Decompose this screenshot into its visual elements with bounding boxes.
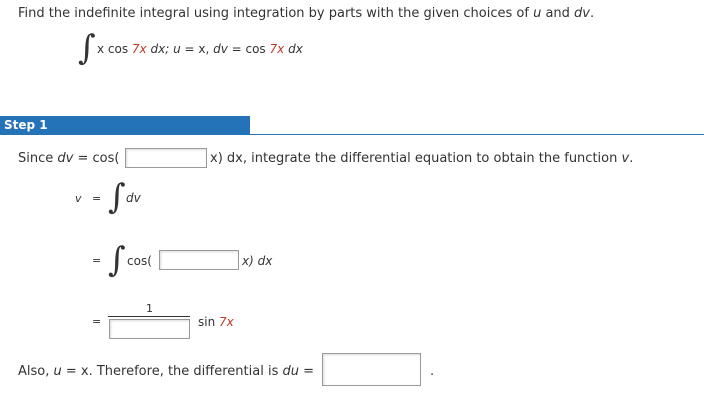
line3-suffix: x) dx bbox=[242, 254, 273, 268]
expr-dv: dv bbox=[213, 42, 228, 56]
step-divider bbox=[0, 134, 704, 135]
line1-eq: = cos( bbox=[73, 151, 120, 166]
line5-period: . bbox=[430, 364, 435, 379]
line2-dv: dv bbox=[126, 191, 141, 205]
expr-eq1: = x, bbox=[180, 42, 214, 56]
expr-eq2: = cos bbox=[227, 42, 270, 56]
line5-du: du bbox=[282, 364, 299, 379]
instruction-end: . bbox=[590, 6, 595, 21]
instruction-and: and bbox=[541, 6, 575, 21]
line1-prefix: Since dv = cos( bbox=[18, 151, 119, 166]
expr-dx: dx; bbox=[146, 42, 174, 56]
expr-u: u bbox=[173, 42, 181, 56]
problem-integral-sign: ∫ bbox=[78, 28, 96, 68]
expr-7x-2: 7x bbox=[269, 42, 285, 56]
cos-argument-input[interactable] bbox=[125, 148, 207, 168]
problem-instruction: Find the indefinite integral using integ… bbox=[18, 6, 594, 21]
instruction-text: Find the indefinite integral using integ… bbox=[18, 6, 534, 21]
line5-mid: = x. Therefore, the differential is bbox=[61, 364, 283, 379]
line5-also: Also, bbox=[18, 364, 54, 379]
line1-period: . bbox=[629, 151, 634, 166]
line1-dv: dv bbox=[57, 151, 74, 166]
line4-eq: = bbox=[92, 315, 102, 328]
sin-argument: 7x bbox=[219, 315, 234, 329]
expr-x: x cos bbox=[97, 42, 132, 56]
fraction-bar bbox=[108, 316, 190, 317]
line3-eq: = bbox=[92, 254, 102, 267]
line5-eq: = bbox=[298, 364, 315, 379]
line5-u: u bbox=[53, 364, 62, 379]
line3-cos: cos( bbox=[127, 254, 152, 268]
sin-text: sin bbox=[198, 315, 220, 329]
du-input[interactable] bbox=[322, 353, 421, 386]
instruction-dv: dv bbox=[574, 6, 590, 21]
line2-eq: = bbox=[92, 192, 102, 205]
fraction-numerator: 1 bbox=[146, 302, 153, 315]
fraction-denominator-input[interactable] bbox=[109, 319, 190, 339]
line5-text: Also, u = x. Therefore, the differential… bbox=[18, 364, 314, 379]
line4-sin: sin 7x bbox=[198, 315, 234, 329]
line1-since: Since bbox=[18, 151, 58, 166]
expr-dx2: dx bbox=[284, 42, 303, 56]
line2-v: v bbox=[75, 192, 82, 205]
problem-expression: x cos 7x dx; u = x, dv = cos 7x dx bbox=[97, 42, 303, 56]
line3-integral-sign: ∫ bbox=[108, 240, 126, 280]
expr-7x: 7x bbox=[131, 42, 147, 56]
integrand-cos-argument-input[interactable] bbox=[159, 250, 239, 270]
line1-suffix: x) dx, integrate the differential equati… bbox=[210, 151, 633, 166]
line1-suffix-text: x) dx, integrate the differential equati… bbox=[210, 151, 622, 166]
line2-integral-sign: ∫ bbox=[108, 177, 126, 217]
step-header: Step 1 bbox=[0, 116, 250, 135]
